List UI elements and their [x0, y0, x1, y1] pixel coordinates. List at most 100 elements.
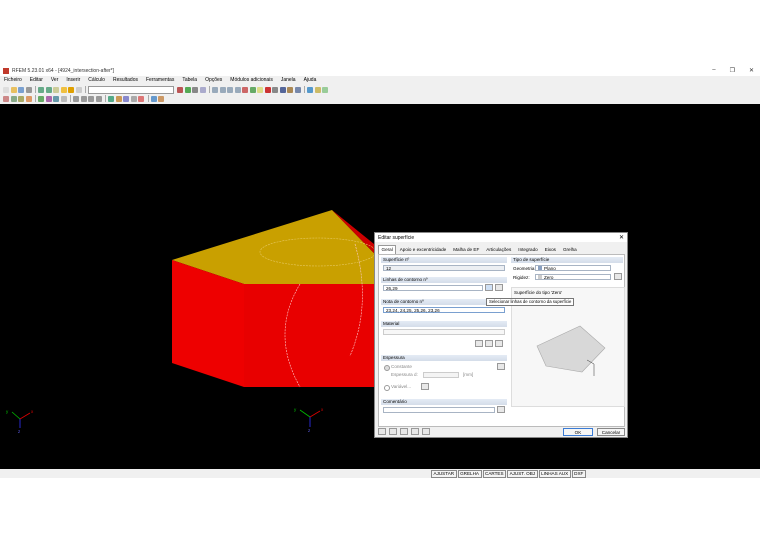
- menu-calculate[interactable]: Cálculo: [84, 77, 109, 83]
- menu-file[interactable]: Ficheiro: [0, 77, 26, 83]
- comment-field[interactable]: [383, 407, 495, 413]
- delete-icon[interactable]: [264, 86, 271, 93]
- redo-icon[interactable]: [45, 86, 52, 93]
- view-iso-icon[interactable]: [212, 86, 218, 93]
- menu-view[interactable]: Ver: [47, 77, 63, 83]
- measure-icon[interactable]: [272, 86, 278, 93]
- edit-icon[interactable]: [400, 428, 408, 435]
- eye-icon[interactable]: [411, 428, 419, 435]
- save-icon[interactable]: [18, 86, 24, 93]
- menu-insert[interactable]: Inserir: [62, 77, 84, 83]
- comment-icon[interactable]: [138, 95, 144, 102]
- tab-axes[interactable]: Eixos: [541, 245, 559, 254]
- open-icon[interactable]: [10, 86, 17, 93]
- render-icon[interactable]: [199, 86, 206, 93]
- cancel-button[interactable]: Cancelar: [597, 428, 625, 436]
- stiffness-select[interactable]: Zero: [535, 274, 611, 280]
- hinge-icon[interactable]: [45, 95, 52, 102]
- help-icon[interactable]: [378, 428, 386, 435]
- new-icon[interactable]: [3, 86, 9, 93]
- cut-icon[interactable]: [53, 86, 59, 93]
- stiffness-edit-icon[interactable]: [614, 273, 622, 280]
- view-x-icon[interactable]: [219, 86, 226, 93]
- prev-icon[interactable]: [177, 86, 183, 93]
- solid-icon[interactable]: [53, 95, 59, 102]
- print-icon[interactable]: [25, 86, 32, 93]
- close-window-button[interactable]: ✕: [749, 67, 754, 74]
- snap-icon[interactable]: [115, 95, 122, 102]
- status-grid[interactable]: GRELHA: [457, 469, 482, 478]
- menu-options[interactable]: Opções: [201, 77, 226, 83]
- mirror-icon[interactable]: [88, 95, 94, 102]
- menu-edit[interactable]: Editar: [26, 77, 47, 83]
- restore-button[interactable]: ❐: [730, 67, 735, 74]
- rotate-icon[interactable]: [80, 95, 87, 102]
- thickness-variable-radio[interactable]: [384, 385, 390, 391]
- status-dxf[interactable]: DXF: [571, 469, 586, 478]
- tab-support[interactable]: Apoio e excentricidade: [396, 245, 449, 254]
- support-icon[interactable]: [38, 95, 44, 102]
- pan-icon[interactable]: [249, 86, 256, 93]
- display-icon[interactable]: [192, 86, 198, 93]
- surface-no-field[interactable]: 12: [383, 265, 505, 271]
- filter-icon[interactable]: [279, 86, 286, 93]
- dim-icon[interactable]: [130, 95, 137, 102]
- tab-fe-mesh[interactable]: Malha de EF: [450, 245, 483, 254]
- tool-c-icon[interactable]: [322, 86, 328, 93]
- tool-b-icon[interactable]: [314, 86, 321, 93]
- member-icon[interactable]: [18, 95, 24, 102]
- menu-window[interactable]: Janela: [277, 77, 300, 83]
- zoom-icon[interactable]: [242, 86, 248, 93]
- tab-hinges[interactable]: Articulações: [483, 245, 515, 254]
- tool-a-icon[interactable]: [307, 86, 313, 93]
- next-icon[interactable]: [184, 86, 191, 93]
- material-edit-icon[interactable]: [495, 340, 503, 347]
- units-icon[interactable]: [389, 428, 397, 435]
- table-icon[interactable]: [75, 86, 82, 93]
- status-cartes[interactable]: CARTES: [482, 469, 507, 478]
- info-icon[interactable]: [294, 86, 301, 93]
- guide-icon[interactable]: [150, 95, 157, 102]
- select-icon[interactable]: [257, 86, 263, 93]
- status-guidelines[interactable]: LINHAS AUX: [538, 469, 571, 478]
- opening-icon[interactable]: [60, 95, 67, 102]
- workplane-icon[interactable]: [123, 95, 129, 102]
- visibility-icon[interactable]: [158, 95, 164, 102]
- material-library-icon[interactable]: [475, 340, 483, 347]
- boundary-lines-field[interactable]: 26,29: [383, 285, 483, 291]
- menu-addons[interactable]: Módulos adicionais: [226, 77, 277, 83]
- node-icon[interactable]: [3, 95, 9, 102]
- move-icon[interactable]: [73, 95, 79, 102]
- dialog-close-icon[interactable]: ✕: [619, 234, 624, 241]
- boundary-notes-field[interactable]: 23,24, 24,25, 25,26, 23,26: [383, 307, 505, 313]
- scale-icon[interactable]: [95, 95, 102, 102]
- menu-results[interactable]: Resultados: [109, 77, 142, 83]
- menu-tools[interactable]: Ferramentas: [142, 77, 178, 83]
- loadcase-combo[interactable]: [88, 85, 174, 94]
- surface-icon[interactable]: [25, 95, 32, 102]
- material-new-icon[interactable]: [485, 340, 493, 347]
- thickness-constant-radio[interactable]: [384, 365, 390, 371]
- ok-button[interactable]: OK: [563, 428, 593, 436]
- tab-integrated[interactable]: Integrado: [515, 245, 541, 254]
- grid-icon[interactable]: [108, 95, 114, 102]
- undo-icon[interactable]: [38, 86, 44, 93]
- menu-help[interactable]: Ajuda: [300, 77, 321, 83]
- comment-icon[interactable]: [497, 406, 505, 413]
- status-snap[interactable]: AJUSTAR: [431, 469, 457, 478]
- geometry-select[interactable]: Plano: [535, 265, 611, 271]
- results-icon[interactable]: [68, 86, 74, 93]
- thickness-info-icon[interactable]: [497, 363, 505, 370]
- calc-icon[interactable]: [60, 86, 67, 93]
- thickness-variable-icon[interactable]: [421, 383, 429, 390]
- section-icon[interactable]: [287, 86, 293, 93]
- menu-table[interactable]: Tabela: [178, 77, 201, 83]
- line-icon[interactable]: [10, 95, 17, 102]
- view-y-icon[interactable]: [227, 86, 233, 93]
- select-lines-icon[interactable]: [485, 284, 493, 291]
- pick-icon[interactable]: [422, 428, 430, 435]
- material-field[interactable]: [383, 329, 505, 335]
- thickness-d-field[interactable]: [423, 372, 459, 378]
- minimize-button[interactable]: –: [712, 67, 715, 74]
- status-objsnap[interactable]: AJUST. OBJ: [507, 469, 538, 478]
